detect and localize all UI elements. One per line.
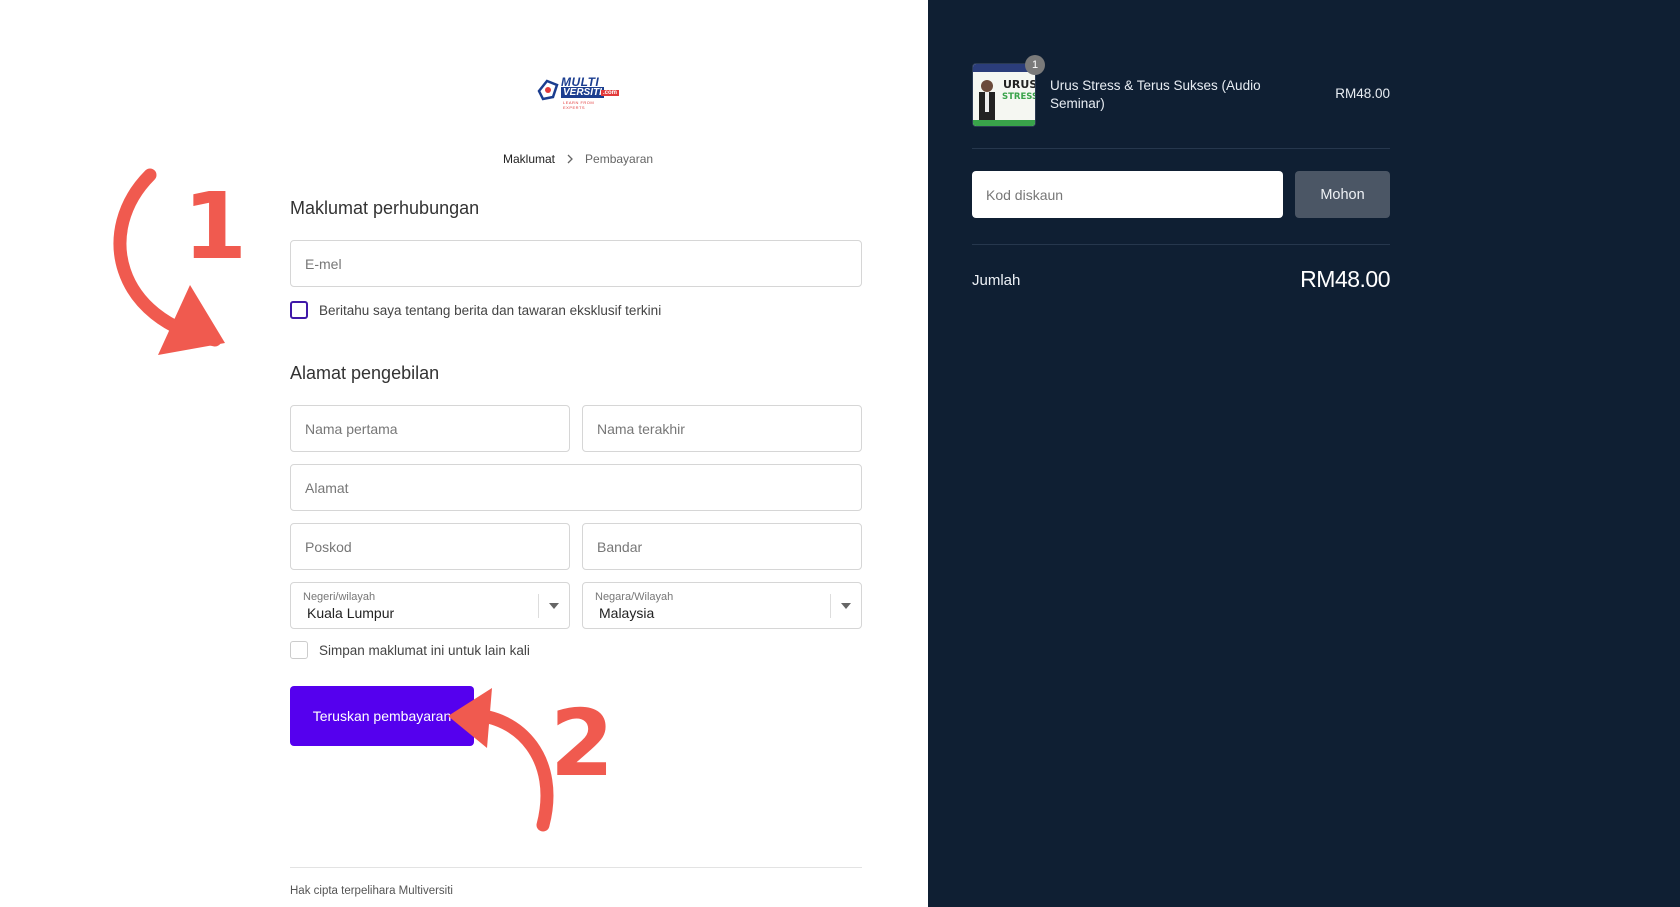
newsletter-option[interactable]: Beritahu saya tentang berita dan tawaran… — [290, 301, 661, 319]
select-divider — [830, 594, 831, 618]
apply-discount-button[interactable]: Mohon — [1295, 171, 1390, 218]
breadcrumb: Maklumat Pembayaran — [503, 152, 653, 166]
summary-divider — [972, 148, 1390, 149]
email-input[interactable] — [303, 254, 861, 273]
first-name-field[interactable] — [290, 405, 570, 452]
annotation-number-1: 1 — [183, 173, 247, 280]
email-field[interactable] — [290, 240, 862, 287]
postcode-field[interactable] — [290, 523, 570, 570]
newsletter-label: Beritahu saya tentang berita dan tawaran… — [319, 302, 662, 318]
brain-icon — [537, 79, 559, 101]
arrowhead-1 — [158, 285, 225, 355]
save-info-label: Simpan maklumat ini untuk lain kali — [319, 642, 530, 658]
save-info-checkbox[interactable] — [290, 641, 308, 659]
curved-arrow-1 — [113, 168, 222, 347]
product-price: RM48.00 — [1335, 86, 1390, 101]
state-select[interactable]: Negeri/wilayah Kuala Lumpur — [290, 582, 570, 629]
tutorial-annotations: 1 2 — [113, 168, 614, 832]
discount-code-input[interactable] — [984, 185, 1271, 204]
contact-section-title: Maklumat perhubungan — [290, 198, 480, 218]
logo-tagline: LEARN FROM EXPERTS — [563, 100, 595, 110]
breadcrumb-payment: Pembayaran — [585, 152, 654, 166]
thumb-title-line2: STRESS — [1002, 92, 1036, 102]
save-info-option[interactable]: Simpan maklumat ini untuk lain kali — [290, 641, 530, 659]
chevron-down-icon[interactable] — [549, 603, 559, 609]
total-label: Jumlah — [972, 272, 1021, 289]
curved-arrow-2 — [463, 708, 554, 832]
multiversiti-logo[interactable]: MULTI VERSITI .com LEARN FROM EXPERTS — [535, 73, 620, 110]
continue-to-payment-button[interactable]: Teruskan pembayaran — [290, 686, 474, 746]
last-name-input[interactable] — [595, 419, 861, 438]
breadcrumb-information[interactable]: Maklumat — [503, 152, 555, 166]
city-input[interactable] — [595, 537, 861, 556]
country-select-value: Malaysia — [599, 604, 655, 621]
postcode-input[interactable] — [303, 537, 569, 556]
annotation-number-2: 2 — [550, 690, 614, 797]
first-name-input[interactable] — [303, 419, 569, 438]
logo-text-com: .com — [601, 90, 620, 96]
chevron-right-icon — [567, 154, 573, 164]
billing-section-title: Alamat pengebilan — [290, 363, 440, 383]
country-select[interactable]: Negara/Wilayah Malaysia — [582, 582, 862, 629]
logo-text-versiti: VERSITI — [561, 87, 604, 98]
address-input[interactable] — [303, 478, 861, 497]
discount-code-field[interactable] — [972, 171, 1283, 218]
product-thumbnail: URUS STRESS — [972, 63, 1036, 127]
total-value: RM48.00 — [1300, 266, 1390, 292]
footer-divider — [290, 867, 862, 868]
thumb-title-line1: URUS — [1003, 78, 1036, 91]
chevron-down-icon[interactable] — [841, 603, 851, 609]
newsletter-checkbox[interactable] — [290, 301, 308, 319]
product-cover-image: URUS STRESS — [973, 64, 1036, 126]
state-select-value: Kuala Lumpur — [307, 604, 395, 621]
address-field[interactable] — [290, 464, 862, 511]
product-name: Urus Stress & Terus Sukses (Audio Semina… — [1050, 78, 1261, 111]
footer-copyright: Hak cipta terpelihara Multiversiti — [290, 885, 453, 897]
quantity-badge: 1 — [1025, 55, 1045, 75]
summary-divider — [972, 244, 1390, 245]
city-field[interactable] — [582, 523, 862, 570]
checkout-form-panel: MULTI VERSITI .com LEARN FROM EXPERTS Ma… — [0, 0, 928, 907]
order-summary-panel — [928, 0, 1680, 907]
select-divider — [538, 594, 539, 618]
state-select-label: Negeri/wilayah — [303, 590, 376, 603]
country-select-label: Negara/Wilayah — [595, 590, 674, 603]
last-name-field[interactable] — [582, 405, 862, 452]
